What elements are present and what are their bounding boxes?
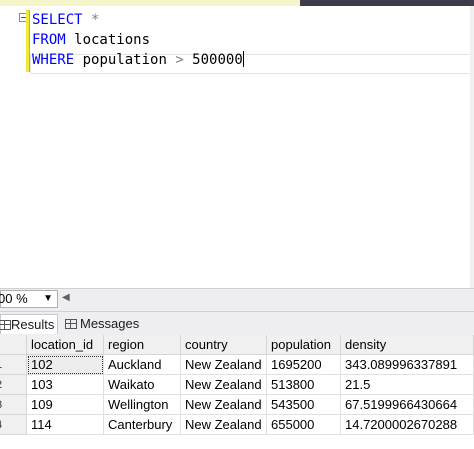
table-row[interactable]: 4 114 Canterbury New Zealand 655000 14.7… — [0, 415, 474, 435]
query-editor[interactable]: SELECT * FROM locations WHERE population… — [0, 6, 474, 288]
table-cell[interactable]: 513800 — [267, 375, 341, 395]
tab-messages[interactable]: Messages — [62, 314, 139, 334]
table-cell[interactable]: 109 — [27, 395, 104, 415]
column-header[interactable]: location_id — [27, 335, 104, 355]
row-number[interactable]: 1 — [0, 355, 27, 375]
row-number[interactable]: 4 — [0, 415, 27, 435]
messages-icon — [65, 319, 77, 329]
row-number[interactable]: 2 — [0, 375, 27, 395]
table-cell[interactable]: 14.7200002670288 — [341, 415, 474, 435]
table-row[interactable]: 1 102 Auckland New Zealand 1695200 343.0… — [0, 355, 474, 375]
tab-results-label: Results — [11, 317, 55, 332]
table-cell[interactable]: New Zealand — [181, 375, 267, 395]
table-cell[interactable]: Canterbury — [104, 415, 181, 435]
table-cell[interactable]: 67.5199966430664 — [341, 395, 474, 415]
column-header[interactable]: population — [267, 335, 341, 355]
column-header[interactable]: region — [104, 335, 181, 355]
scroll-left-icon[interactable]: ◀ — [62, 292, 70, 303]
table-cell[interactable]: New Zealand — [181, 415, 267, 435]
table-cell[interactable]: 114 — [27, 415, 104, 435]
keyword-from: FROM — [32, 32, 66, 48]
table-cell[interactable]: 343.089996337891 — [341, 355, 474, 375]
grid-icon — [0, 320, 11, 330]
tab-results[interactable]: Results — [0, 314, 58, 334]
keyword-where: WHERE — [32, 52, 75, 68]
zoom-bar: 00 % ▼ ◀ — [0, 288, 474, 311]
change-tracking-bar — [26, 10, 29, 72]
table-cell[interactable]: 102 — [27, 355, 104, 375]
corner-cell[interactable] — [0, 335, 27, 355]
chevron-down-icon: ▼ — [43, 293, 53, 304]
table-cell[interactable]: 103 — [27, 375, 104, 395]
table-cell[interactable]: Wellington — [104, 395, 181, 415]
grid-header-row: location_id region country population de… — [0, 335, 474, 355]
table-cell[interactable]: New Zealand — [181, 355, 267, 375]
table-cell[interactable]: New Zealand — [181, 395, 267, 415]
table-cell[interactable]: Auckland — [104, 355, 181, 375]
table-cell[interactable]: 1695200 — [267, 355, 341, 375]
operator-gt: > — [175, 52, 184, 68]
results-tab-bar: Results Messages — [0, 311, 474, 336]
editor-vertical-scrollbar[interactable] — [470, 6, 474, 288]
zoom-value: 00 % — [0, 291, 28, 306]
table-cell[interactable]: 21.5 — [341, 375, 474, 395]
zoom-dropdown[interactable]: 00 % ▼ — [0, 290, 58, 308]
operator-star: * — [91, 12, 100, 28]
column-header[interactable]: country — [181, 335, 267, 355]
text-caret — [242, 51, 244, 67]
column-header[interactable]: density — [341, 335, 474, 355]
row-number[interactable]: 3 — [0, 395, 27, 415]
table-cell[interactable]: 543500 — [267, 395, 341, 415]
tab-messages-label: Messages — [80, 316, 140, 331]
table-cell[interactable]: Waikato — [104, 375, 181, 395]
table-row[interactable]: 2 103 Waikato New Zealand 513800 21.5 — [0, 375, 474, 395]
keyword-select: SELECT — [32, 12, 83, 28]
code-line-3: WHERE population > 500000 — [32, 51, 244, 68]
table-row[interactable]: 3 109 Wellington New Zealand 543500 67.5… — [0, 395, 474, 415]
code-line-1: SELECT * — [32, 10, 99, 30]
table-cell[interactable]: 655000 — [267, 415, 341, 435]
code-line-2: FROM locations — [32, 32, 151, 48]
